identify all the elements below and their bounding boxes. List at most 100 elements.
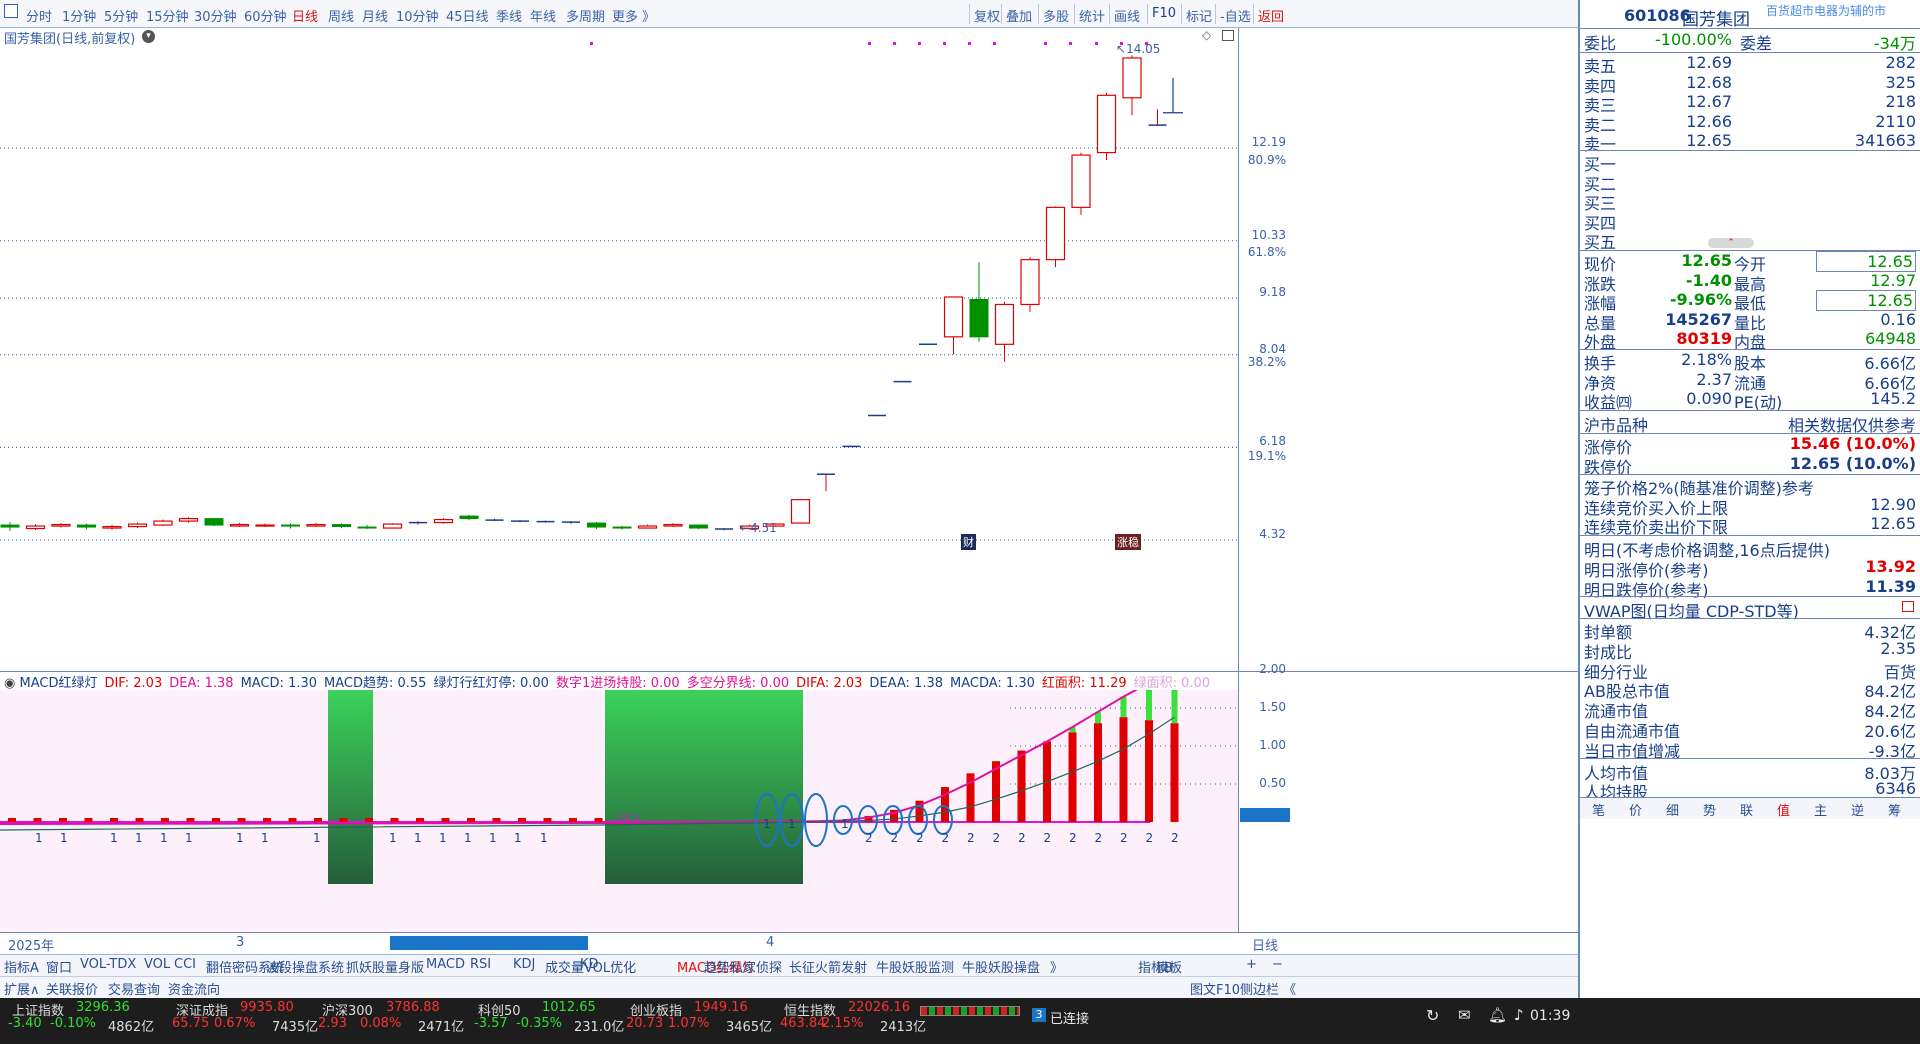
period-tab-5[interactable]: 60分钟 bbox=[244, 6, 287, 25]
panel-tab-0[interactable]: 笔 bbox=[1592, 800, 1605, 819]
candle bbox=[1045, 206, 1066, 268]
ext-tab-2[interactable]: 交易查询 bbox=[108, 979, 160, 998]
macd-settings-icon[interactable]: ◉ bbox=[4, 676, 19, 691]
chart-icon[interactable] bbox=[1902, 601, 1914, 612]
candle bbox=[1071, 152, 1091, 215]
panel-tab-2[interactable]: 细 bbox=[1666, 800, 1679, 819]
panel-tab-7[interactable]: 逆 bbox=[1851, 800, 1864, 819]
panel-tab-1[interactable]: 价 bbox=[1629, 800, 1642, 819]
period-tab-12[interactable]: 年线 bbox=[530, 6, 556, 25]
indicator-tab-14[interactable]: 趋势私家侦探 bbox=[704, 957, 782, 976]
toolbar-tab-3[interactable]: 统计 bbox=[1079, 6, 1105, 25]
indicator-tab-6[interactable]: 波段操盘系统 bbox=[266, 957, 344, 976]
candle bbox=[1148, 109, 1167, 126]
message-icon[interactable]: ✉ bbox=[1458, 1006, 1471, 1024]
index-pct: 0.67% bbox=[214, 1016, 256, 1031]
signal-dot bbox=[893, 42, 896, 45]
indicator-tab-7[interactable]: 抓妖股量身版 bbox=[346, 957, 424, 976]
candle bbox=[994, 301, 1015, 362]
macd-bar bbox=[390, 818, 399, 822]
indicator-tab-10[interactable]: KDJ bbox=[513, 957, 535, 972]
pct-axis-label: 61.8% bbox=[1247, 245, 1286, 260]
panel-tab-6[interactable]: 主 bbox=[1814, 800, 1827, 819]
macd-chart[interactable]: 1 1 1 1 1 1 1 1 1 1 1 1 1 1 1 1-152 1 1 12 2 2 2 2 2 2 2 2 2 2 2 2 bbox=[0, 690, 1238, 932]
period-tab-2[interactable]: 5分钟 bbox=[104, 6, 138, 25]
badge-cai[interactable]: 财 bbox=[961, 534, 976, 550]
pct-axis-label: 80.9% bbox=[1247, 153, 1286, 168]
index-value: 1012.65 bbox=[542, 1000, 596, 1015]
ext-tab-0[interactable]: 扩展∧ bbox=[4, 979, 40, 998]
index-change: 65.75 bbox=[172, 1016, 210, 1031]
indicator-tab-16[interactable]: 牛股妖股监测 bbox=[876, 957, 954, 976]
ext-tab-3[interactable]: 资金流向 bbox=[168, 979, 220, 998]
macd-bar bbox=[441, 818, 450, 822]
ext-right-0[interactable]: 图文F10 bbox=[1190, 979, 1240, 998]
period-tab-9[interactable]: 10分钟 bbox=[396, 6, 439, 25]
index-pct: 1.07% bbox=[668, 1016, 710, 1031]
panel-tab-5[interactable]: 值 bbox=[1777, 800, 1790, 819]
toolbar-tab-8[interactable]: 返回 bbox=[1258, 6, 1284, 25]
date-scroll-thumb[interactable] bbox=[390, 936, 588, 950]
indicator-tab-3[interactable]: VOL bbox=[144, 957, 170, 972]
period-tab-4[interactable]: 30分钟 bbox=[194, 6, 237, 25]
period-tab-0[interactable]: 分时 bbox=[26, 6, 52, 25]
digit-label: 2 bbox=[1018, 831, 1026, 845]
zoom-in-button[interactable]: + bbox=[1246, 957, 1257, 972]
macd-axis-label: 0.50 bbox=[1259, 776, 1286, 790]
market-breadth-bar bbox=[920, 1006, 1020, 1016]
period-tab-6[interactable]: 日线 bbox=[292, 6, 318, 25]
connection-status[interactable]: 已连接 bbox=[1050, 1008, 1089, 1027]
indicator-tab-0[interactable]: 指标A bbox=[4, 957, 39, 976]
period-tab-1[interactable]: 1分钟 bbox=[62, 6, 96, 25]
refresh-icon[interactable]: ↻ bbox=[1426, 1006, 1439, 1025]
toolbar-tab-2[interactable]: 多股 bbox=[1043, 6, 1069, 25]
digit-label: 1 bbox=[540, 831, 548, 845]
menu-icon[interactable] bbox=[4, 4, 18, 18]
toolbar-tab-6[interactable]: 标记 bbox=[1186, 6, 1212, 25]
collapse-handle[interactable]: ⌃ bbox=[1708, 238, 1754, 248]
toolbar-tab-1[interactable]: 叠加 bbox=[1006, 6, 1032, 25]
indicator-tab-12[interactable]: KD bbox=[580, 957, 599, 972]
period-tab-14[interactable]: 更多 》 bbox=[612, 6, 655, 25]
scroll-text: 百货超市电器为辅的市 bbox=[1766, 4, 1887, 18]
price-chart-pane[interactable]: 国芳集团(日线,前复权) ▾ ◇ 12.19 10.33 9.18 8.04 6.18 4… bbox=[0, 28, 1578, 672]
indicator-tab-17[interactable]: 牛股妖股操盘 bbox=[962, 957, 1040, 976]
indicator-tab-4[interactable]: CCI bbox=[174, 957, 196, 972]
period-tab-8[interactable]: 月线 bbox=[362, 6, 388, 25]
macd-bar bbox=[1017, 750, 1026, 822]
toolbar-tab-4[interactable]: 画线 bbox=[1114, 6, 1140, 25]
toolbar-tab-5[interactable]: F10 bbox=[1152, 6, 1176, 21]
macd-pane[interactable]: ◉ MACD红绿灯 DIF: 2.03 DEA: 1.38 MACD: 1.30 MAC… bbox=[0, 662, 1578, 932]
candle bbox=[562, 521, 580, 525]
speaker-icon[interactable]: ♪ bbox=[1514, 1006, 1524, 1024]
ext-tab-1[interactable]: 关联报价 bbox=[46, 979, 98, 998]
indicator-tab-1[interactable]: 窗口 bbox=[46, 957, 72, 976]
toolbar-tab-0[interactable]: 复权 bbox=[974, 6, 1000, 25]
ext-right-1[interactable]: 侧边栏 《 bbox=[1240, 979, 1296, 998]
macd-bar bbox=[263, 818, 271, 822]
panel-tab-8[interactable]: 筹 bbox=[1888, 800, 1901, 819]
candle bbox=[281, 523, 300, 529]
period-tab-7[interactable]: 周线 bbox=[328, 6, 354, 25]
indicator-tab-18[interactable]: 》 bbox=[1050, 957, 1063, 976]
candle-chart[interactable] bbox=[0, 28, 1238, 672]
indicator-tab-8[interactable]: MACD bbox=[426, 957, 465, 972]
toolbar-tab-7[interactable]: -自选 bbox=[1220, 6, 1251, 25]
high-marker-value: 14.05 bbox=[1126, 42, 1161, 56]
zoom-out-button[interactable]: − bbox=[1272, 957, 1283, 972]
panel-tab-4[interactable]: 联 bbox=[1740, 800, 1753, 819]
period-tab-10[interactable]: 45日线 bbox=[446, 6, 489, 25]
indicator-tab-9[interactable]: RSI bbox=[470, 957, 491, 972]
period-tab-3[interactable]: 15分钟 bbox=[146, 6, 189, 25]
indicator-tab-2[interactable]: VOL-TDX bbox=[80, 957, 136, 972]
period-tab-13[interactable]: 多周期 bbox=[566, 6, 605, 25]
quote-value: 12.65 bbox=[1816, 290, 1916, 311]
indicator-tab-15[interactable]: 长征火箭发射 bbox=[789, 957, 867, 976]
period-tab-11[interactable]: 季线 bbox=[496, 6, 522, 25]
indicator-tab-20[interactable]: 模板 bbox=[1156, 957, 1182, 976]
clock-time: 01:39 bbox=[1530, 1008, 1571, 1024]
index-pct: -0.10% bbox=[50, 1016, 96, 1031]
panel-tab-3[interactable]: 势 bbox=[1703, 800, 1716, 819]
bell-icon[interactable]: 🔔︎ bbox=[1488, 1006, 1507, 1024]
badge-zhang[interactable]: 涨稳 bbox=[1115, 534, 1141, 550]
